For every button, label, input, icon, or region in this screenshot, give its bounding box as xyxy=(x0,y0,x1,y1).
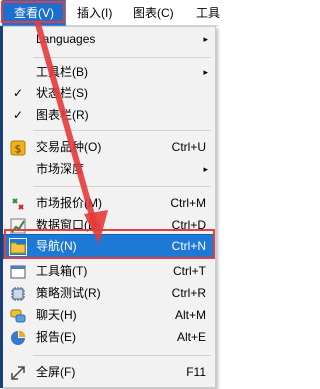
submenu-arrow-icon: ▸ xyxy=(203,164,208,174)
menu-item-navigator[interactable]: 导航(N) Ctrl+N xyxy=(3,234,214,259)
check-icon: ✓ xyxy=(13,108,24,122)
toolbox-icon xyxy=(10,265,26,279)
strategy-tester-icon xyxy=(11,287,25,301)
menu-item-label: 导航(N) xyxy=(36,239,77,253)
menu-item-languages[interactable]: Languages ▸ xyxy=(3,27,214,52)
menu-charts[interactable]: 图表(C) xyxy=(133,0,174,25)
market-watch-icon xyxy=(12,198,24,210)
menu-bar: 查看(V) 插入(I) 图表(C) 工具 xyxy=(0,0,220,26)
menu-item-market-depth[interactable]: 市场深度 ▸ xyxy=(3,157,214,182)
menu-item-label: 报告(E) xyxy=(36,330,76,344)
svg-text:$: $ xyxy=(15,143,22,156)
fullscreen-icon xyxy=(11,366,25,380)
chat-icon xyxy=(10,309,26,323)
submenu-arrow-icon: ▸ xyxy=(203,34,208,44)
menu-item-shortcut: Alt+E xyxy=(176,330,206,344)
menu-item-label: 市场深度 xyxy=(36,162,85,176)
menu-item-label: 图表栏(R) xyxy=(36,108,89,122)
menu-separator xyxy=(33,57,211,58)
exchange-icon: $ xyxy=(10,140,26,156)
menu-tools[interactable]: 工具 xyxy=(196,0,220,25)
menu-item-report[interactable]: 报告(E) Alt+E xyxy=(3,325,214,350)
menu-view[interactable]: 查看(V) xyxy=(3,0,65,25)
menu-separator xyxy=(33,186,211,187)
menu-item-shortcut: F11 xyxy=(186,365,206,379)
menu-item-shortcut: Ctrl+N xyxy=(171,239,206,253)
menu-insert[interactable]: 插入(I) xyxy=(77,0,112,25)
menu-separator xyxy=(33,130,211,131)
menu-item-charts-bar[interactable]: ✓ 图表栏(R) xyxy=(3,103,214,128)
menu-item-label: 全屏(F) xyxy=(36,365,76,379)
menu-separator xyxy=(33,355,211,356)
data-window-icon xyxy=(10,218,26,234)
menu-item-fullscreen[interactable]: 全屏(F) F11 xyxy=(3,360,214,385)
menu-item-label: Languages xyxy=(36,32,96,46)
report-icon xyxy=(11,330,26,345)
navigator-folder-icon xyxy=(10,242,26,254)
